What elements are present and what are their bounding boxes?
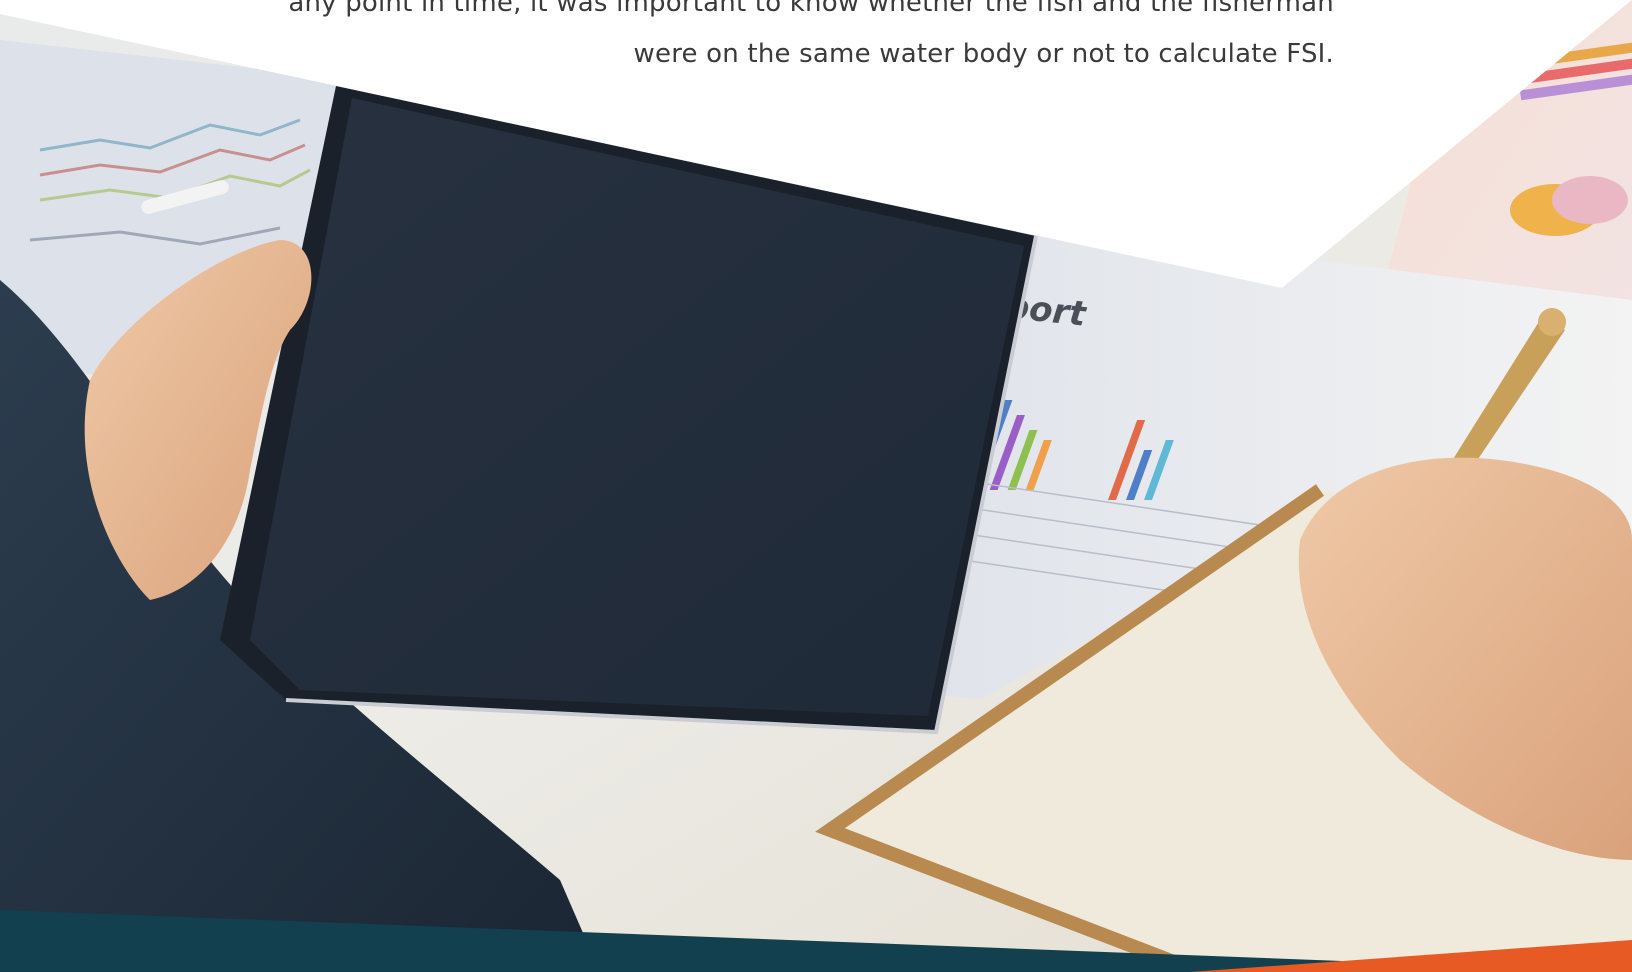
tablet	[220, 86, 1038, 735]
hero-photo: port	[0, 0, 1632, 972]
article-line-1: any point in time, it was important to k…	[288, 0, 1334, 18]
page: port any point in time, it was important…	[0, 0, 1632, 972]
article-line-2: were on the same water body or not to ca…	[633, 39, 1334, 69]
article-text: any point in time, it was important to k…	[234, 0, 1334, 80]
